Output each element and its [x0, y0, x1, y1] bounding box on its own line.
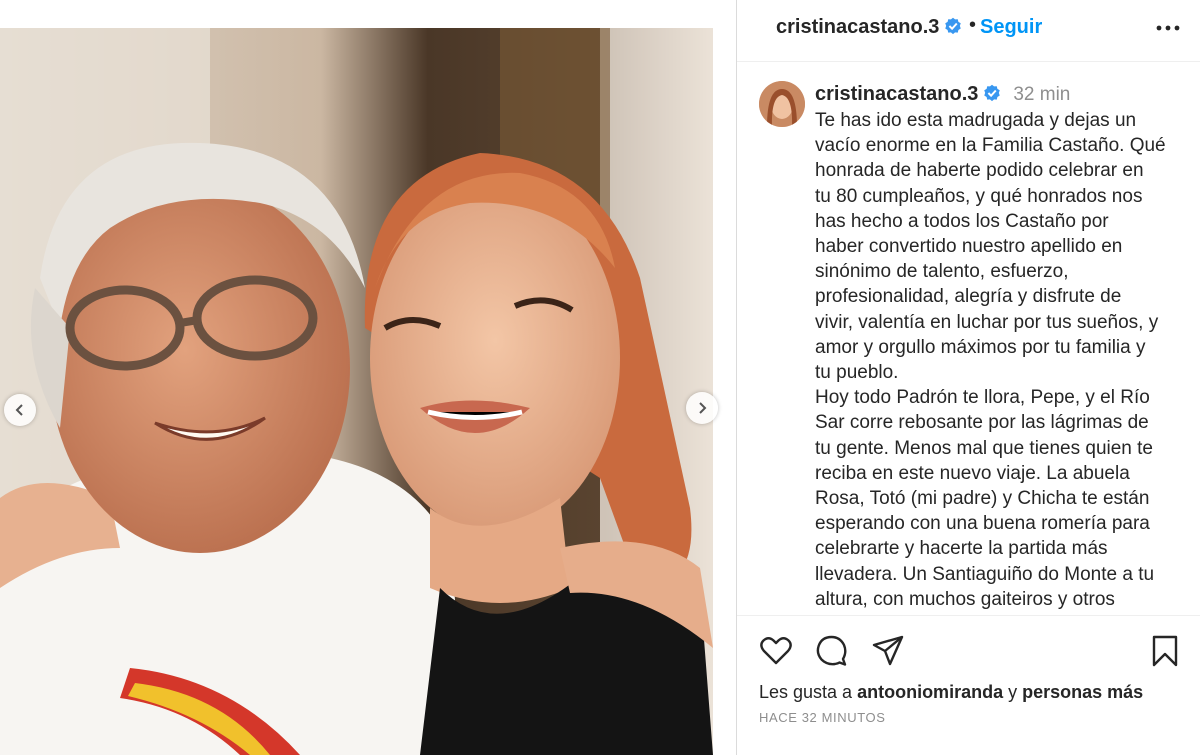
verified-badge-icon: [984, 84, 1000, 102]
comment-icon[interactable]: [815, 634, 849, 668]
next-photo-button[interactable]: [686, 392, 718, 424]
post-header: cristinacastano.3 • Seguir: [737, 0, 1200, 62]
header-username[interactable]: cristinacastano.3: [776, 16, 939, 38]
caption-header: cristinacastano.3 32 min: [815, 83, 1070, 106]
follow-button[interactable]: Seguir: [980, 16, 1042, 39]
likes-mid: y: [1003, 682, 1023, 702]
previous-photo-button[interactable]: [4, 394, 36, 426]
likes-prefix: Les gusta a: [759, 682, 858, 702]
heart-icon[interactable]: [759, 634, 793, 668]
header-separator: •: [969, 14, 977, 36]
post-photo: [0, 0, 736, 755]
bookmark-icon[interactable]: [1148, 634, 1182, 668]
verified-badge-icon: [945, 17, 961, 35]
avatar-image: [759, 81, 805, 127]
caption-username[interactable]: cristinacastano.3: [815, 83, 978, 105]
chevron-right-icon: [699, 402, 707, 414]
comments-area[interactable]: cristinacastano.3 32 min Te has ido esta…: [737, 63, 1200, 615]
likes-summary: Les gusta a antooniomiranda y personas m…: [759, 682, 1143, 703]
header-user: cristinacastano.3: [776, 16, 962, 39]
post-side-panel: cristinacastano.3 • Seguir cristinacasta…: [736, 0, 1200, 755]
likes-others-link[interactable]: personas más: [1022, 682, 1143, 702]
caption-time[interactable]: 32 min: [1013, 84, 1070, 105]
post-timestamp[interactable]: HACE 32 MINUTOS: [759, 710, 886, 725]
action-bar: Les gusta a antooniomiranda y personas m…: [737, 615, 1200, 755]
caption-text: Te has ido esta madrugada y dejas un vac…: [815, 110, 1166, 610]
post-image: [0, 28, 713, 755]
avatar[interactable]: [759, 81, 805, 127]
paper-plane-icon[interactable]: [871, 634, 905, 668]
chevron-left-icon: [15, 404, 23, 416]
likes-user-link[interactable]: antooniomiranda: [857, 682, 1003, 702]
more-horizontal-icon[interactable]: [1156, 24, 1180, 32]
